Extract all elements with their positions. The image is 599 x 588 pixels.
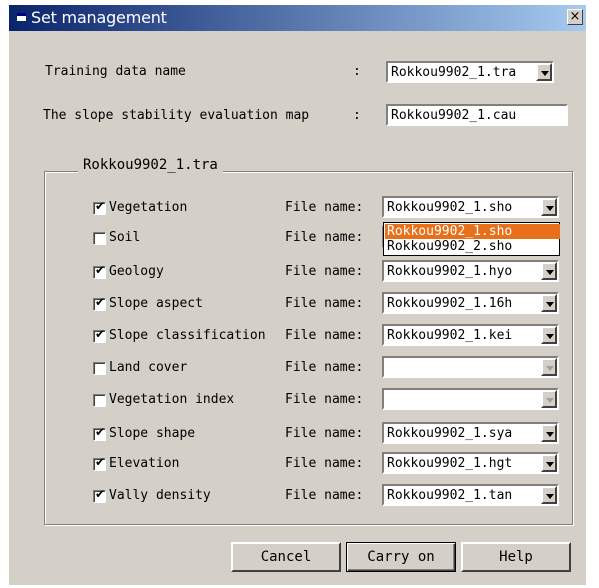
check-mark-icon: ✔ (95, 295, 106, 309)
chevron-down-icon[interactable] (541, 198, 557, 216)
cancel-button[interactable]: Cancel (231, 542, 341, 572)
file-select[interactable]: Rokkou9902_1.16h (382, 292, 559, 314)
file-select[interactable]: Rokkou9902_1.tan (382, 484, 559, 506)
chevron-down-icon (541, 358, 557, 376)
checkbox-geology[interactable]: ✔ (93, 263, 106, 279)
layer-label: Slope shape (109, 426, 196, 441)
file-select-value: Rokkou9902_1.hyo (387, 264, 513, 279)
checkbox-vegetation-index[interactable] (93, 394, 106, 407)
file-name-label: File name: (285, 296, 364, 311)
checkbox-elevation[interactable]: ✔ (93, 455, 106, 471)
file-name-label: File name: (285, 200, 364, 215)
dropdown-option-2[interactable]: Rokkou9902_2.sho (385, 239, 560, 254)
training-data-value: Rokkou9902_1.tra (391, 65, 517, 80)
layer-label: Vegetation (109, 200, 188, 215)
chevron-down-icon[interactable] (541, 424, 557, 442)
layer-label: Soil (109, 230, 141, 245)
file-select[interactable]: Rokkou9902_1.sya (382, 422, 559, 444)
group-title: Rokkou9902_1.tra (78, 157, 223, 173)
stability-map-value: Rokkou9902_1.cau (391, 108, 517, 123)
check-mark-icon: ✔ (95, 199, 106, 213)
chevron-down-icon[interactable] (541, 454, 557, 472)
check-mark-icon: ✔ (95, 455, 106, 469)
file-select (382, 388, 559, 410)
file-name-label: File name: (285, 392, 364, 407)
layer-label: Vally density (109, 488, 211, 503)
file-select-value: Rokkou9902_1.sho (387, 200, 513, 215)
file-dropdown-list[interactable]: Rokkou9902_1.sho Rokkou9902_2.sho (383, 222, 560, 256)
window-title: Set management (31, 8, 167, 27)
layer-label: Slope aspect (109, 296, 203, 311)
layer-label: Land cover (109, 360, 188, 375)
check-mark-icon: ✔ (95, 263, 106, 277)
checkbox-slope-classification[interactable]: ✔ (93, 327, 106, 343)
training-data-label: Training data name (45, 64, 186, 79)
file-select-value: Rokkou9902_1.tan (387, 488, 513, 503)
checkbox-vegetation[interactable]: ✔ (93, 199, 106, 215)
stability-map-colon: : (353, 108, 361, 123)
training-data-select[interactable]: Rokkou9902_1.tra (386, 61, 554, 83)
file-name-label: File name: (285, 264, 364, 279)
checkbox-slope-aspect[interactable]: ✔ (93, 295, 106, 311)
file-select-value: Rokkou9902_1.sya (387, 426, 513, 441)
file-name-label: File name: (285, 456, 364, 471)
layer-label: Slope classification (109, 328, 266, 343)
layer-label: Geology (109, 264, 164, 279)
file-select (382, 356, 559, 378)
file-name-label: File name: (285, 328, 364, 343)
check-mark-icon: ✔ (95, 425, 106, 439)
file-select[interactable]: Rokkou9902_1.kei (382, 324, 559, 346)
file-select-value: Rokkou9902_1.kei (387, 328, 513, 343)
window-icon (17, 13, 26, 21)
layer-label: Elevation (109, 456, 180, 471)
file-select-value: Rokkou9902_1.16h (387, 296, 513, 311)
training-data-colon: : (353, 64, 361, 79)
set-management-dialog: Set management × Training data name : Ro… (9, 5, 586, 585)
checkbox-vally-density[interactable]: ✔ (93, 487, 106, 503)
file-select-value: Rokkou9902_1.hgt (387, 456, 513, 471)
help-button[interactable]: Help (461, 542, 571, 572)
title-bar[interactable]: Set management × (9, 5, 586, 31)
close-button[interactable]: × (567, 9, 583, 25)
chevron-down-icon[interactable] (541, 326, 557, 344)
file-select[interactable]: Rokkou9902_1.sho (382, 196, 559, 218)
chevron-down-icon[interactable] (541, 486, 557, 504)
stability-map-input[interactable]: Rokkou9902_1.cau (386, 104, 568, 126)
stability-map-label: The slope stability evaluation map (43, 108, 310, 123)
checkbox-slope-shape[interactable]: ✔ (93, 425, 106, 441)
carry-on-button[interactable]: Carry on (346, 542, 456, 572)
layer-label: Vegetation index (109, 392, 235, 407)
chevron-down-icon[interactable] (541, 262, 557, 280)
checkbox-soil[interactable] (93, 232, 106, 245)
check-mark-icon: ✔ (95, 487, 106, 501)
chevron-down-icon[interactable] (536, 63, 552, 81)
chevron-down-icon[interactable] (541, 294, 557, 312)
checkbox-land-cover[interactable] (93, 362, 106, 375)
check-mark-icon: ✔ (95, 327, 106, 341)
file-select[interactable]: Rokkou9902_1.hgt (382, 452, 559, 474)
chevron-down-icon (541, 390, 557, 408)
file-name-label: File name: (285, 488, 364, 503)
file-name-label: File name: (285, 360, 364, 375)
file-name-label: File name: (285, 426, 364, 441)
file-select[interactable]: Rokkou9902_1.hyo (382, 260, 559, 282)
file-name-label: File name: (285, 230, 364, 245)
dropdown-option-1[interactable]: Rokkou9902_1.sho (385, 224, 560, 239)
